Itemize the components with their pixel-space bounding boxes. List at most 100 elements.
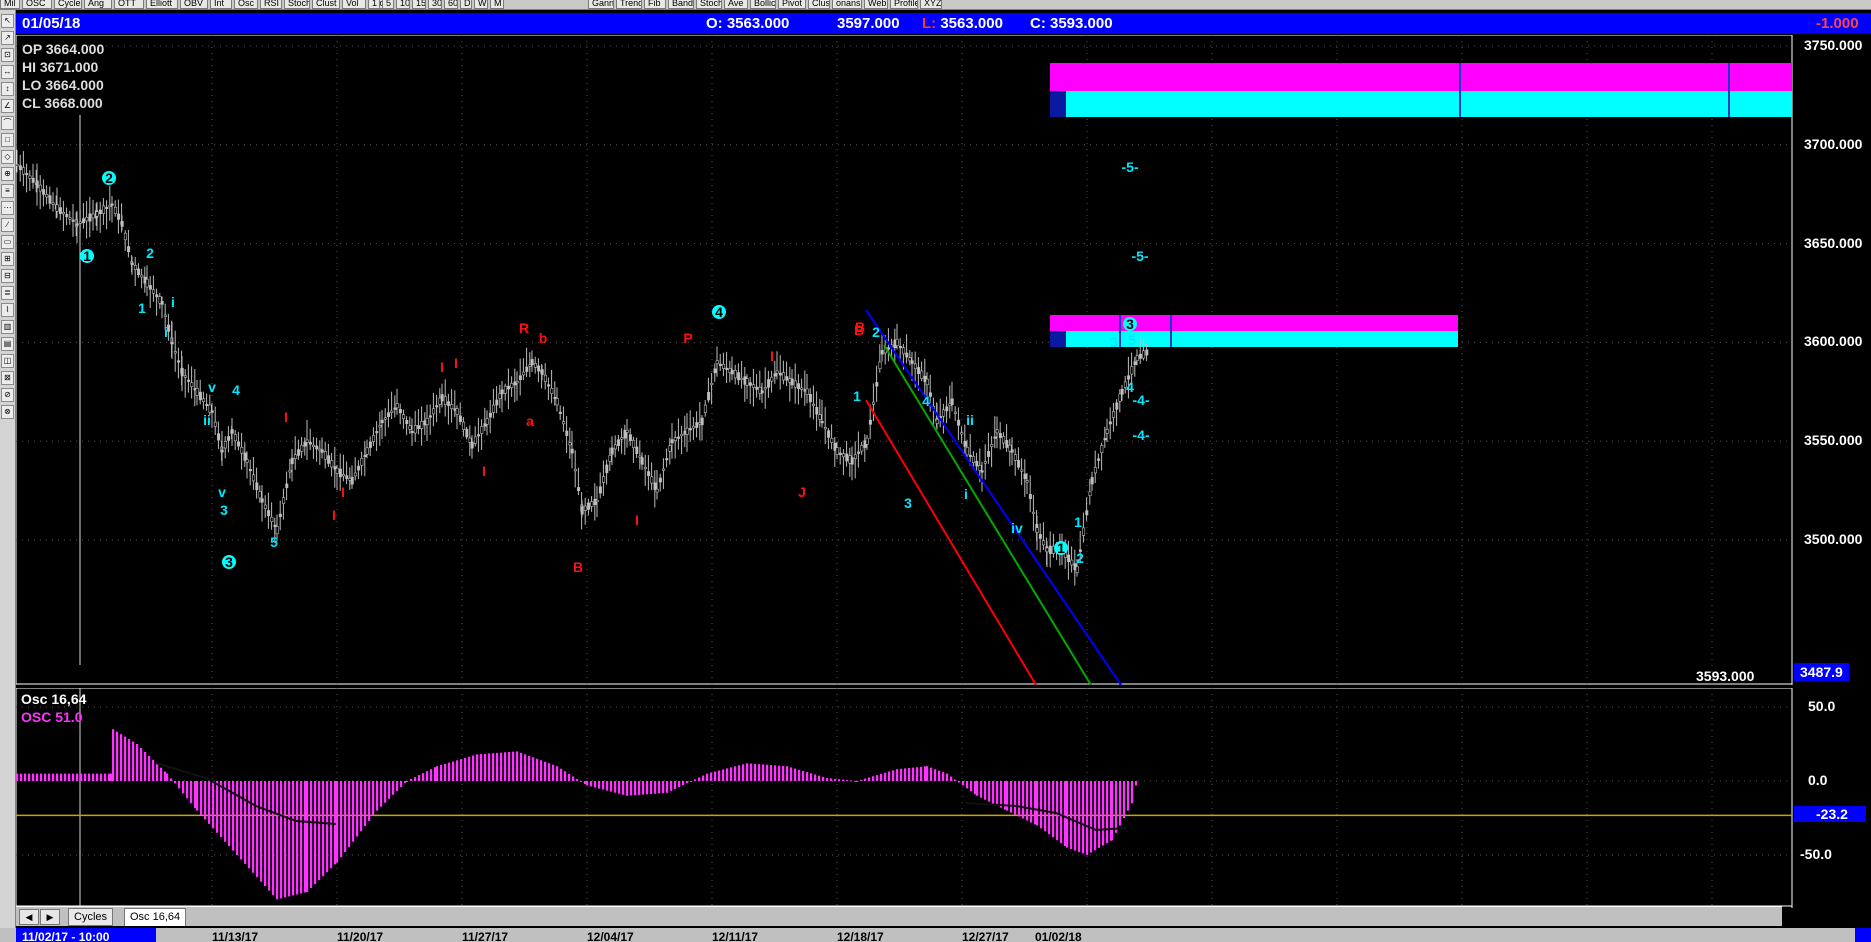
toolbar-button-osc[interactable]: OSC	[22, 0, 52, 9]
osc-histogram-bar	[618, 781, 621, 794]
toolbar-button-onans[interactable]: onans	[832, 0, 862, 9]
draw-tool-icon[interactable]: ⊞	[1, 252, 14, 266]
osc-histogram-bar	[410, 779, 413, 781]
draw-tool-icon[interactable]: ↖	[1, 14, 14, 28]
toolbar-button-web[interactable]: Web	[864, 0, 888, 9]
draw-tool-icon[interactable]: ∠	[1, 99, 14, 113]
tab-cycles[interactable]: Cycles	[68, 908, 114, 926]
candle-body	[730, 369, 734, 375]
draw-tool-icon[interactable]: ▤	[1, 337, 14, 351]
draw-tool-icon[interactable]: ⊟	[1, 269, 14, 283]
draw-tool-icon[interactable]: ⊗	[1, 405, 14, 419]
osc-histogram-bar	[1034, 781, 1037, 825]
draw-tool-icon[interactable]: ⊡	[1, 48, 14, 62]
toolbar-button-pivot[interactable]: Pivot	[778, 0, 806, 9]
quote-header-bar: 01/05/18 O: 3563.000 3597.000 L: 3563.00…	[16, 13, 1871, 34]
draw-tool-icon[interactable]: ↔	[1, 65, 14, 79]
wave-label-red: J	[798, 484, 806, 500]
toolbar-button-ave[interactable]: Ave	[724, 0, 748, 9]
osc-histogram-bar	[334, 781, 337, 865]
draw-tool-icon[interactable]: ↗	[1, 31, 14, 45]
toolbar-button-xyz[interactable]: XYZ	[920, 0, 942, 9]
draw-tool-icon[interactable]: ≣	[1, 286, 14, 300]
toolbar-button-elliott[interactable]: Elliott	[146, 0, 178, 9]
draw-tool-icon[interactable]: ◫	[1, 354, 14, 368]
candle-body	[522, 371, 526, 376]
draw-tool-icon[interactable]: ▭	[1, 235, 14, 249]
toolbar-button-mil[interactable]: Mil	[0, 0, 20, 9]
toolbar-button-trend[interactable]: Trend	[616, 0, 642, 9]
toolbar-button-obv[interactable]: OBV	[180, 0, 208, 9]
toolbar-button-stoch[interactable]: Stoch	[284, 0, 310, 9]
candle-body	[707, 392, 711, 401]
draw-tool-icon[interactable]: ◇	[1, 150, 14, 164]
toolbar-button-profile[interactable]: Profile	[890, 0, 918, 9]
candle-body	[435, 405, 439, 408]
toolbar-button-1[interactable]: 1	[368, 0, 380, 9]
toolbar-button-d[interactable]: D	[460, 0, 472, 9]
toolbar-button-gann[interactable]: Gann	[588, 0, 614, 9]
draw-tool-icon[interactable]: ∕	[1, 218, 14, 232]
candle-body	[905, 352, 909, 358]
candle-body	[613, 444, 617, 450]
osc-histogram-bar	[64, 773, 67, 781]
draw-tool-icon[interactable]: ⋯	[1, 201, 14, 215]
toolbar-button-band[interactable]: Band	[668, 0, 694, 9]
candle-body	[1038, 534, 1042, 539]
price-chart-pane[interactable]: 2 1 3 4 3 1 2 1 i i v 4 ii v 3 5 2 1 4 ii 3 i iv 1 2 3 5 4 -5- -5- -4-…	[16, 35, 1871, 685]
toolbar-button-10[interactable]: 10	[396, 0, 410, 9]
toolbar-button-osc[interactable]: Osc	[234, 0, 258, 9]
toolbar-button-ott[interactable]: OTT	[114, 0, 144, 9]
toolbar-button-clust[interactable]: Clust	[808, 0, 830, 9]
toolbar-button-ang[interactable]: Ang	[84, 0, 112, 9]
candle-body	[745, 378, 749, 386]
candle-body	[133, 265, 137, 271]
toolbar-button-int[interactable]: Int	[210, 0, 232, 9]
candle-body	[450, 404, 454, 409]
draw-tool-icon[interactable]: ⊠	[1, 371, 14, 385]
osc-histogram-bar	[300, 781, 303, 894]
tab-osc[interactable]: Osc 16,64	[124, 908, 187, 926]
osc-histogram-bar	[598, 781, 601, 789]
draw-tool-icon[interactable]: ≡	[1, 184, 14, 198]
candle-body	[718, 363, 722, 366]
draw-tool-icon[interactable]: ↕	[1, 82, 14, 96]
tab-scroll-right-button[interactable]: ▶	[40, 909, 60, 925]
candle-body	[880, 350, 884, 355]
candle-body	[480, 426, 484, 434]
toolbar-button-5[interactable]: 5	[382, 0, 394, 9]
draw-tool-icon[interactable]: ⊕	[1, 167, 14, 181]
toolbar-button-stoch[interactable]: Stoch	[696, 0, 722, 9]
toolbar-button-cycles[interactable]: Cycles	[54, 0, 82, 9]
toolbar-button-m[interactable]: M	[490, 0, 504, 9]
toolbar-button-15[interactable]: 15	[412, 0, 426, 9]
osc-histogram-bar	[970, 781, 973, 792]
osc-histogram-bar	[818, 775, 821, 781]
osc-histogram-bar	[376, 781, 379, 811]
oscillator-pane[interactable]: Osc 16,64 OSC 51.0 50.0 0.0 -50.0 -23.2	[16, 688, 1871, 908]
toolbar-button-fib[interactable]: Fib	[644, 0, 666, 9]
osc-histogram-bar	[1048, 781, 1051, 835]
osc-histogram-bar	[726, 768, 729, 781]
osc-histogram-bar	[544, 761, 547, 781]
toolbar-button-30[interactable]: 30	[428, 0, 442, 9]
osc-histogram-bar	[110, 773, 113, 781]
tab-scroll-left-button[interactable]: ◀	[19, 909, 39, 925]
price-chart[interactable]: 21343121 iiv 4iiv3521 4ii3iiv 123 54-5--5--4-…	[16, 35, 1871, 685]
draw-tool-icon[interactable]: ▥	[1, 320, 14, 334]
toolbar-button-clust[interactable]: Clust	[312, 0, 340, 9]
draw-tool-icon[interactable]: □	[1, 133, 14, 147]
toolbar-button-60[interactable]: 60	[444, 0, 458, 9]
toolbar-button-vol[interactable]: Vol	[342, 0, 366, 9]
oscillator-chart[interactable]	[16, 688, 1871, 908]
osc-histogram-bar	[814, 774, 817, 781]
toolbar-button-bollic[interactable]: Bollic	[750, 0, 776, 9]
draw-tool-icon[interactable]: ⊘	[1, 388, 14, 402]
draw-tool-icon[interactable]: ⌇	[1, 303, 14, 317]
draw-tool-icon[interactable]: ⌒	[1, 116, 14, 130]
osc-histogram-bar	[284, 781, 287, 898]
candle-body	[220, 450, 224, 453]
toolbar-button-w[interactable]: W	[474, 0, 488, 9]
toolbar-button-rsi[interactable]: RSI	[260, 0, 282, 9]
osc-histogram-bar	[690, 781, 693, 782]
